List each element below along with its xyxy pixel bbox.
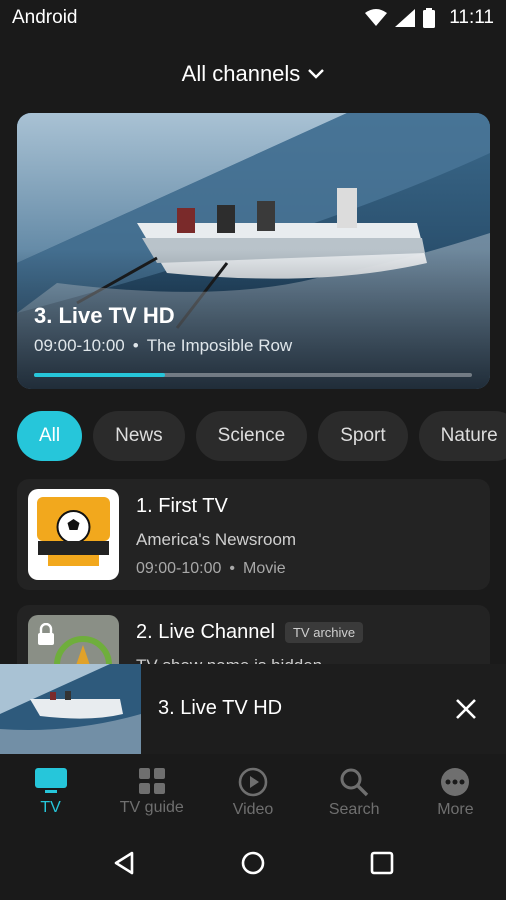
nav-tv[interactable]: TV: [0, 754, 101, 826]
channel-show: America's Newsroom: [136, 530, 297, 549]
channel-meta: 09:00-10:00 • Movie: [136, 560, 286, 578]
meta-separator: •: [229, 560, 236, 577]
hero-progress-bar: [34, 373, 472, 377]
more-icon: [441, 768, 470, 796]
nav-label: Search: [328, 801, 380, 818]
filter-chip-all[interactable]: All: [17, 411, 83, 461]
filter-chip-news[interactable]: News: [93, 411, 185, 461]
status-bar: Android 11:11: [0, 0, 506, 36]
home-icon[interactable]: [240, 850, 266, 876]
channel-name: 2. Live Channel TV archive: [136, 621, 364, 644]
filter-chip-science[interactable]: Science: [195, 411, 308, 461]
carrier-label: Android: [12, 7, 78, 28]
channel-selector[interactable]: All channels: [0, 56, 506, 92]
grid-icon: [138, 768, 165, 794]
archive-badge: TV archive: [284, 622, 364, 643]
nav-label: TV guide: [119, 799, 184, 816]
battery-icon: [423, 8, 436, 28]
system-navigation-bar: [0, 826, 506, 900]
nav-more[interactable]: More: [405, 754, 506, 826]
tv-icon: [34, 768, 67, 793]
recents-icon[interactable]: [370, 851, 394, 875]
wifi-icon: [365, 9, 388, 26]
hero-time-range: 09:00-10:00: [34, 336, 125, 355]
mini-player-title: 3. Live TV HD: [158, 697, 283, 719]
play-circle-icon: [238, 767, 268, 797]
hero-progress-fill: [34, 373, 166, 377]
chevron-down-icon: [308, 69, 325, 79]
channel-genre: Movie: [243, 560, 286, 577]
status-icons: 11:11: [365, 7, 494, 29]
close-button[interactable]: [451, 694, 481, 724]
search-icon: [340, 768, 369, 797]
channel-time: 09:00-10:00: [136, 560, 222, 577]
filter-chip-nature[interactable]: Nature: [418, 411, 506, 461]
hero-separator: •: [132, 336, 139, 355]
status-time: 11:11: [449, 7, 494, 28]
hero-program: The Imposible Row: [146, 336, 293, 355]
nav-label: TV: [40, 799, 61, 816]
category-filters: All News Science Sport Nature: [17, 411, 506, 461]
channel-title: 1. First TV: [136, 495, 228, 517]
page-title: All channels: [181, 61, 301, 86]
sports-news-logo: [28, 489, 119, 580]
channel-name: 1. First TV: [136, 495, 228, 518]
nav-label: Video: [232, 801, 274, 818]
filter-chip-sport[interactable]: Sport: [318, 411, 408, 461]
nav-label: More: [437, 801, 474, 818]
nav-video[interactable]: Video: [202, 754, 303, 826]
featured-player[interactable]: 3. Live TV HD 09:00-10:00 • The Imposibl…: [17, 113, 490, 389]
back-icon[interactable]: [112, 851, 136, 875]
hero-channel-title: 3. Live TV HD: [34, 303, 175, 328]
mini-player-thumbnail: [0, 664, 141, 754]
channel-item[interactable]: 1. First TV America's Newsroom 09:00-10:…: [17, 479, 490, 590]
channel-title: 2. Live Channel: [136, 621, 275, 643]
channel-logo: [28, 489, 119, 580]
nav-tv-guide[interactable]: TV guide: [101, 754, 202, 826]
nav-search[interactable]: Search: [304, 754, 405, 826]
hero-meta: 09:00-10:00 • The Imposible Row: [34, 336, 292, 356]
mini-player[interactable]: 3. Live TV HD: [0, 664, 506, 754]
signal-icon: [395, 9, 416, 27]
close-icon: [456, 699, 476, 719]
lock-icon: [38, 623, 54, 645]
bottom-navigation: TV TV guide Video Search More: [0, 754, 506, 826]
